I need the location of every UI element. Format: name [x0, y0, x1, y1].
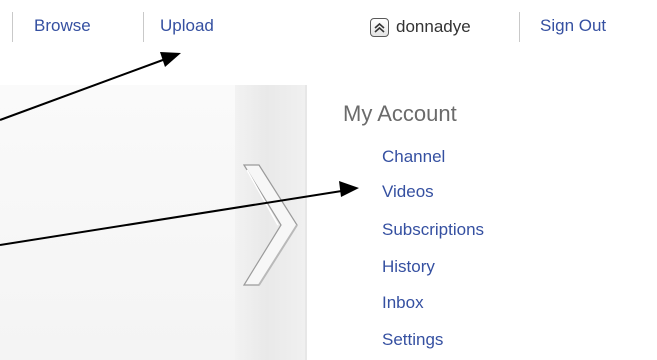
nav-separator: [12, 12, 13, 42]
double-chevron-up-icon[interactable]: [370, 17, 389, 37]
menu-item-channel[interactable]: Channel: [382, 146, 445, 168]
nav-separator: [143, 12, 144, 42]
menu-item-settings[interactable]: Settings: [382, 329, 443, 351]
panel-divider: [305, 85, 307, 360]
menu-item-videos[interactable]: Videos: [382, 181, 434, 203]
menu-item-inbox[interactable]: Inbox: [382, 292, 424, 314]
menu-item-history[interactable]: History: [382, 256, 435, 278]
menu-item-subscriptions[interactable]: Subscriptions: [382, 219, 484, 241]
annotation-arrowhead-upload: [160, 52, 181, 67]
nav-separator: [519, 12, 520, 42]
nav-browse-link[interactable]: Browse: [34, 14, 91, 38]
page: Browse Upload donnadye Sign Out My Accou…: [0, 0, 657, 360]
my-account-heading: My Account: [343, 101, 457, 126]
sign-out-link[interactable]: Sign Out: [540, 14, 606, 38]
user-menu-button[interactable]: donnadye: [370, 13, 471, 41]
annotation-arrowhead-videos: [339, 181, 359, 197]
sidebar-expander[interactable]: [235, 85, 305, 360]
double-chevron-right-icon[interactable]: [235, 85, 305, 360]
nav-upload-link[interactable]: Upload: [160, 14, 214, 38]
left-panel: [0, 85, 235, 360]
username-label[interactable]: donnadye: [396, 15, 471, 39]
